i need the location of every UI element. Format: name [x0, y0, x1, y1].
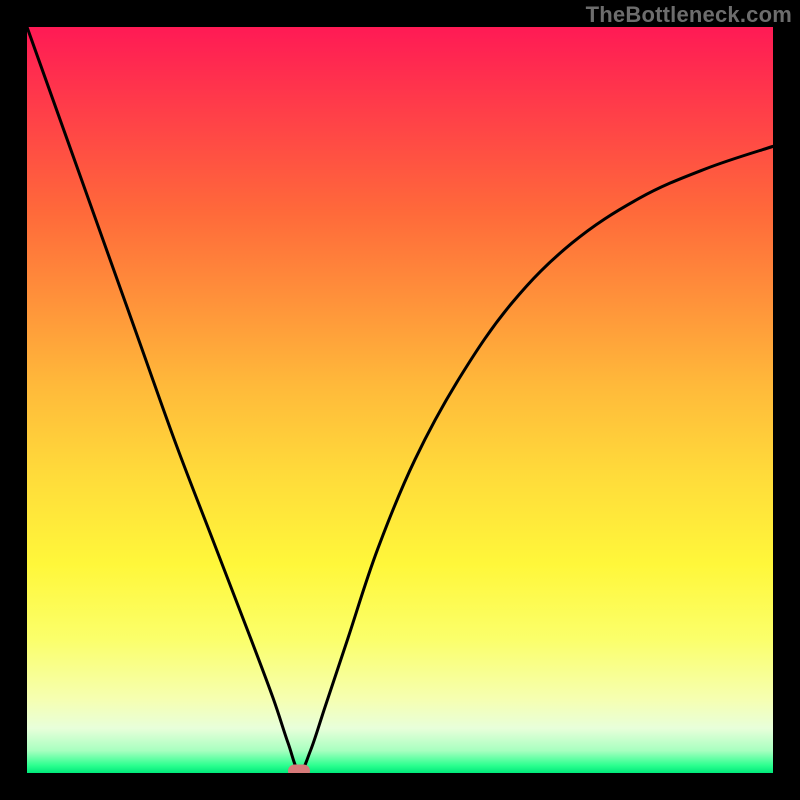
bottleneck-curve	[27, 27, 773, 772]
chart-minimum-marker	[288, 764, 310, 773]
chart-curve-svg	[27, 27, 773, 773]
watermark-text: TheBottleneck.com	[586, 2, 792, 28]
chart-frame	[27, 27, 773, 773]
